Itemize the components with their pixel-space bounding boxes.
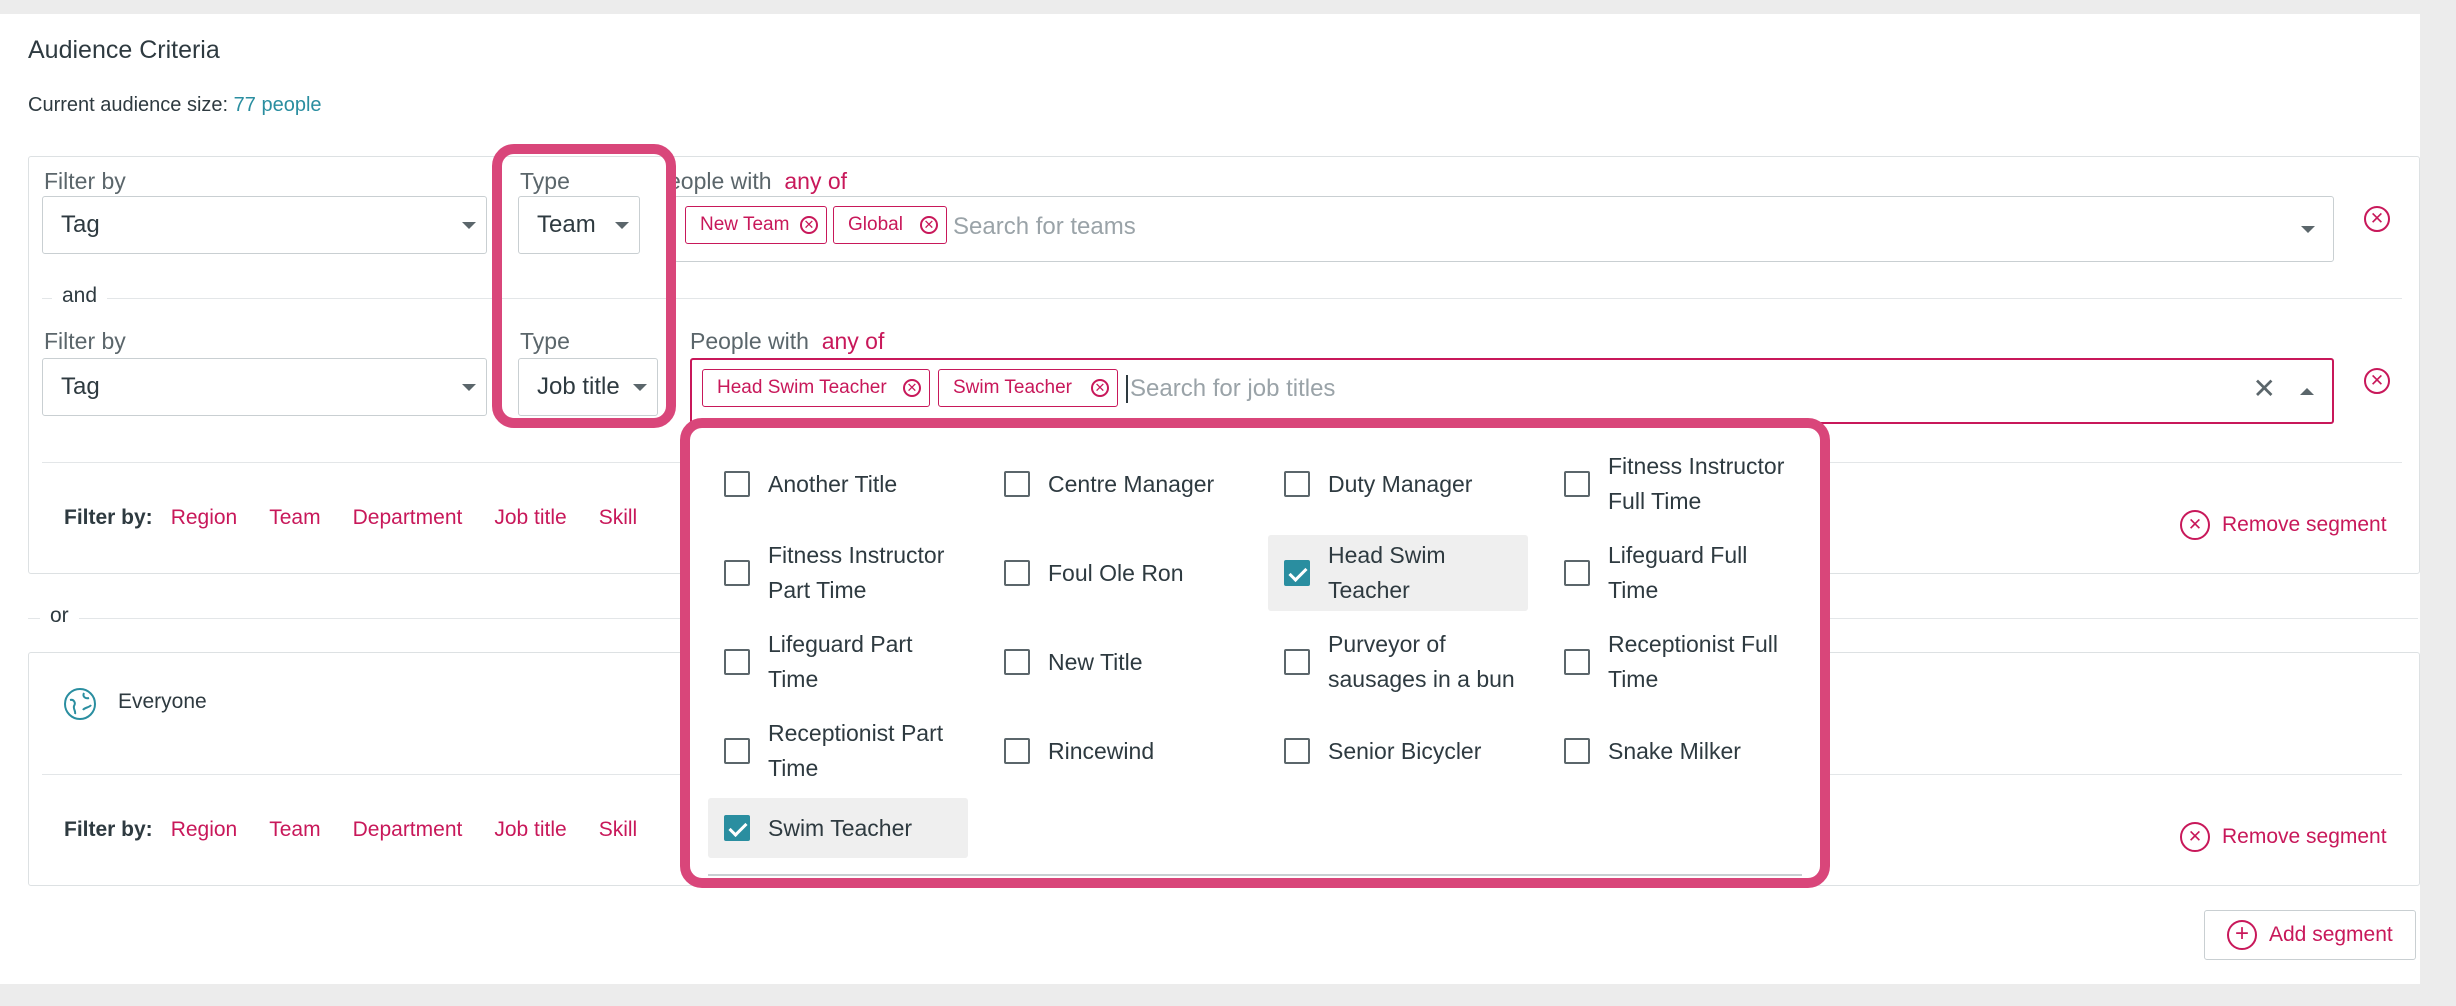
or-label: or — [40, 604, 79, 628]
filter-link-region[interactable]: Region — [171, 506, 238, 530]
tag-chip: Global ✕ — [833, 206, 947, 244]
team-multiselect[interactable]: New Team ✕ Global ✕ Search for teams — [674, 196, 2334, 262]
checkbox[interactable] — [1004, 738, 1030, 764]
filter-by-select-1[interactable]: Tag — [42, 196, 487, 254]
remove-segment-button[interactable]: ✕ Remove segment — [2180, 510, 2387, 540]
checkbox[interactable] — [1564, 560, 1590, 586]
checkbox[interactable] — [1564, 649, 1590, 675]
option[interactable]: Centre Manager — [988, 446, 1248, 522]
remove-tag-icon[interactable]: ✕ — [920, 216, 938, 234]
everyone-label: Everyone — [118, 690, 207, 713]
remove-tag-icon[interactable]: ✕ — [800, 216, 818, 234]
checkbox[interactable] — [1564, 738, 1590, 764]
option[interactable]: Receptionist Part Time — [708, 713, 968, 789]
checkbox[interactable] — [1284, 471, 1310, 497]
checkbox[interactable] — [724, 471, 750, 497]
checkbox-checked[interactable] — [1284, 560, 1310, 586]
option[interactable]: Another Title — [708, 446, 968, 522]
filter-link-department[interactable]: Department — [353, 506, 463, 530]
tag-chip: Swim Teacher ✕ — [938, 369, 1118, 407]
people-with-label-2: People with any of — [690, 328, 885, 354]
plus-circle-icon: + — [2227, 920, 2257, 950]
checkbox[interactable] — [1004, 649, 1030, 675]
dropdown-scrollbar[interactable] — [708, 874, 1802, 876]
filter-link-region[interactable]: Region — [171, 818, 238, 842]
filter-bar-1: Filter by: Region Team Department Job ti… — [64, 506, 638, 530]
filter-by-select-2[interactable]: Tag — [42, 358, 487, 416]
option[interactable]: Foul Ole Ron — [988, 535, 1248, 611]
option[interactable]: Swim Teacher — [708, 798, 968, 858]
audience-size: Current audience size: 77 people — [28, 94, 322, 116]
filter-link-job-title[interactable]: Job title — [494, 506, 566, 530]
search-job-titles-input[interactable]: Search for job titles — [1126, 375, 1335, 403]
option[interactable]: Duty Manager — [1268, 446, 1528, 522]
remove-tag-icon[interactable]: ✕ — [903, 379, 921, 397]
circle-x-icon[interactable]: ✕ — [2364, 206, 2390, 232]
option[interactable]: Head Swim Teacher — [1268, 535, 1528, 611]
caret-up-icon[interactable] — [2300, 388, 2314, 395]
search-teams-input[interactable]: Search for teams — [953, 213, 1136, 241]
add-segment-button[interactable]: + Add segment — [2204, 910, 2416, 960]
any-of-qualifier-1[interactable]: any of — [784, 168, 847, 194]
checkbox[interactable] — [1004, 560, 1030, 586]
checkbox[interactable] — [724, 649, 750, 675]
filter-by-label-2: Filter by — [44, 328, 126, 354]
checkbox[interactable] — [1284, 738, 1310, 764]
job-title-dropdown: Another Title Centre Manager Duty Manage… — [680, 418, 1830, 888]
option[interactable]: Fitness Instructor Full Time — [1548, 446, 1808, 522]
type-highlight — [492, 144, 676, 428]
globe-icon — [64, 688, 96, 720]
and-label: and — [52, 284, 108, 308]
option[interactable]: Snake Milker — [1548, 713, 1808, 789]
option[interactable]: Purveyor of sausages in a bun — [1268, 624, 1528, 700]
checkbox[interactable] — [724, 560, 750, 586]
caret-down-icon — [462, 384, 476, 391]
checkbox[interactable] — [724, 738, 750, 764]
filter-link-skill[interactable]: Skill — [599, 506, 638, 530]
filter-by-label-1: Filter by — [44, 168, 126, 194]
remove-segment-button[interactable]: ✕ Remove segment — [2180, 822, 2387, 852]
option[interactable]: Rincewind — [988, 713, 1248, 789]
tag-chip: New Team ✕ — [685, 206, 827, 244]
option[interactable]: Fitness Instructor Part Time — [708, 535, 968, 611]
close-icon[interactable]: ✕ — [2253, 372, 2276, 405]
caret-down-icon — [462, 222, 476, 229]
filter-link-team[interactable]: Team — [269, 818, 320, 842]
people-with-label-1: eople with any of — [668, 168, 848, 194]
tag-chip: Head Swim Teacher ✕ — [702, 369, 930, 407]
checkbox[interactable] — [1004, 471, 1030, 497]
checkbox[interactable] — [1564, 471, 1590, 497]
checkbox-checked[interactable] — [724, 815, 750, 841]
circle-x-icon: ✕ — [2180, 822, 2210, 852]
option[interactable]: Receptionist Full Time — [1548, 624, 1808, 700]
checkbox[interactable] — [1284, 649, 1310, 675]
page-title: Audience Criteria — [28, 36, 220, 64]
circle-x-icon[interactable]: ✕ — [2364, 368, 2390, 394]
option[interactable]: New Title — [988, 624, 1248, 700]
filter-link-department[interactable]: Department — [353, 818, 463, 842]
caret-down-icon[interactable] — [2301, 226, 2315, 233]
and-divider — [42, 298, 2402, 299]
option[interactable]: Senior Bicycler — [1268, 713, 1528, 789]
remove-tag-icon[interactable]: ✕ — [1091, 379, 1109, 397]
filter-link-team[interactable]: Team — [269, 506, 320, 530]
option[interactable]: Lifeguard Full Time — [1548, 535, 1808, 611]
filter-link-job-title[interactable]: Job title — [494, 818, 566, 842]
circle-x-icon: ✕ — [2180, 510, 2210, 540]
option[interactable]: Lifeguard Part Time — [708, 624, 968, 700]
filter-bar-2: Filter by: Region Team Department Job ti… — [64, 818, 638, 842]
job-title-multiselect[interactable]: Head Swim Teacher ✕ Swim Teacher ✕ Search … — [690, 358, 2334, 424]
filter-link-skill[interactable]: Skill — [599, 818, 638, 842]
audience-size-link[interactable]: 77 people — [234, 94, 322, 116]
any-of-qualifier-2[interactable]: any of — [822, 328, 885, 354]
